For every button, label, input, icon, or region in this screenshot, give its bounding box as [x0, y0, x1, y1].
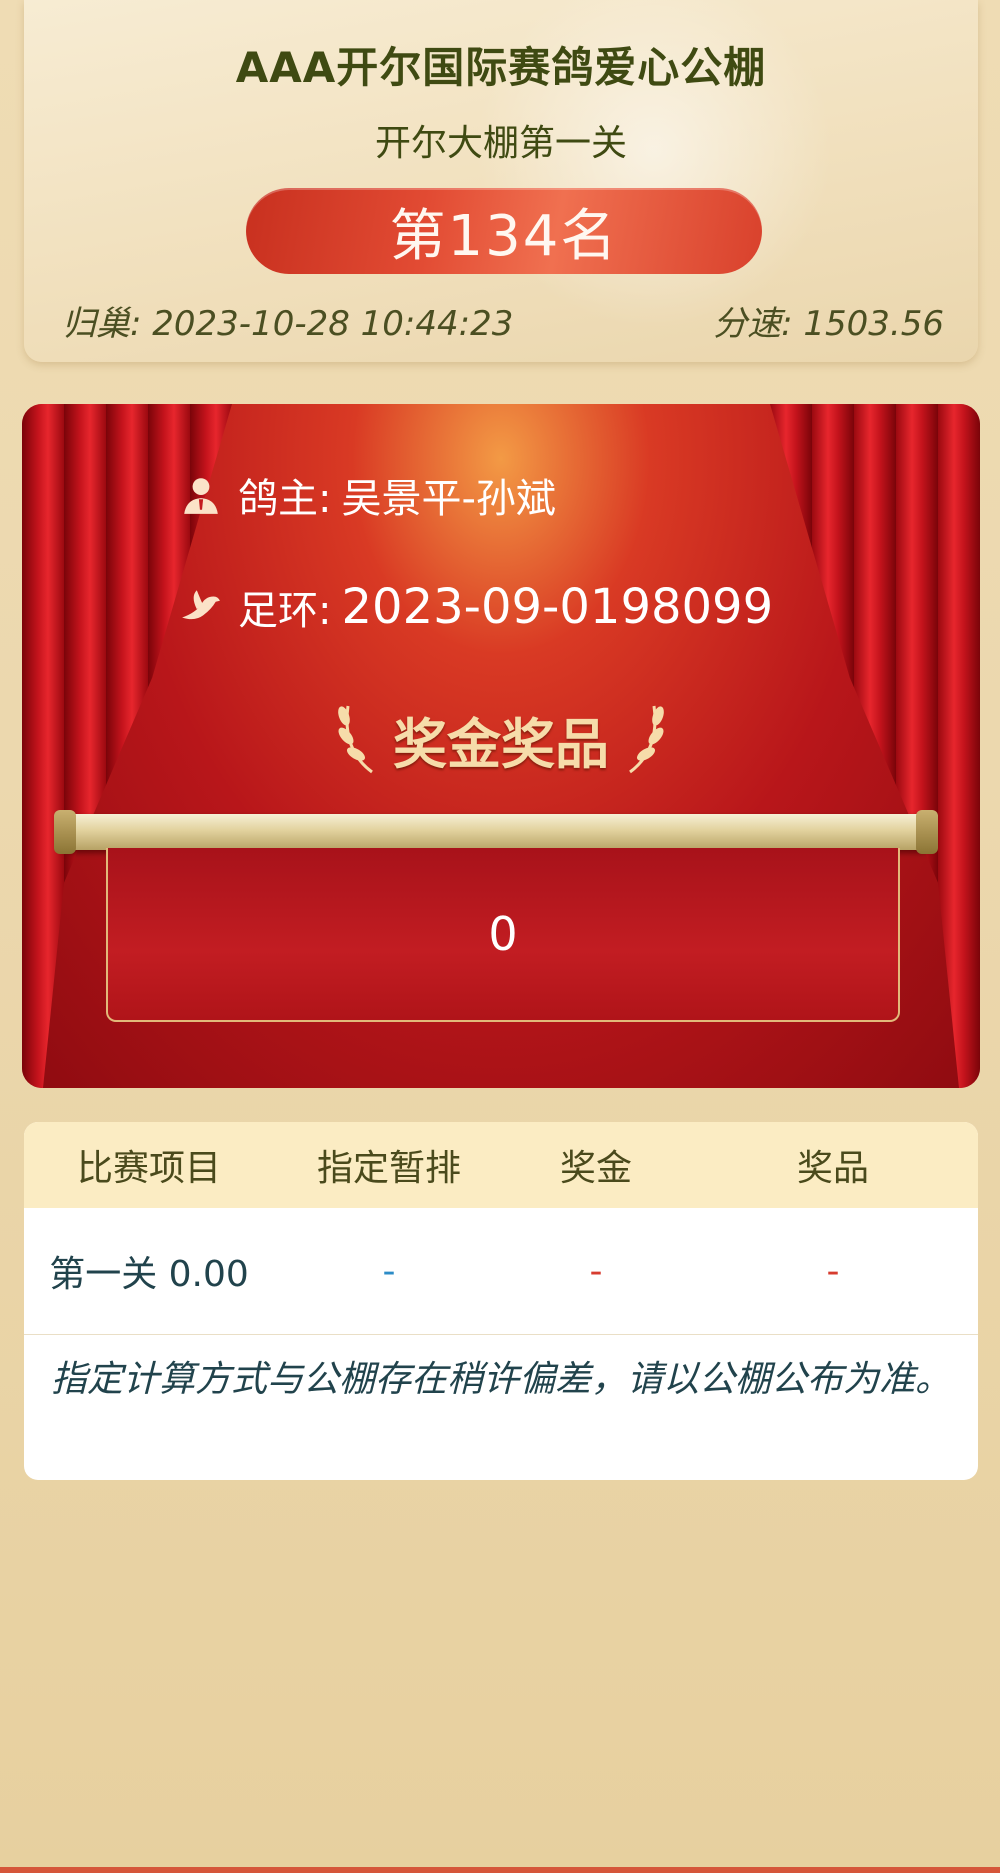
scroll-rod — [54, 810, 938, 854]
prize-money-cell: - — [589, 1250, 603, 1292]
prize-table: 比赛项目 指定暂排 奖金 奖品 第一关 0.00 - - - 指定计算方式与公棚… — [24, 1122, 978, 1480]
award-title: 奖金奖品 — [393, 712, 609, 776]
column-header: 奖金 — [559, 1148, 632, 1189]
race-item-cell: 第一关 0.00 — [49, 1254, 249, 1295]
prize-item-cell: - — [826, 1250, 840, 1292]
column-header: 奖品 — [796, 1148, 869, 1189]
column-header: 指定暂排 — [316, 1148, 461, 1189]
ring-label: 足环: — [238, 588, 332, 634]
person-icon — [184, 478, 218, 514]
table-row: 第一关 0.00 - - - — [24, 1208, 978, 1335]
owner-name: 吴景平-孙斌 — [341, 476, 556, 522]
owner-row: 鸽主: 吴景平-孙斌 — [180, 466, 556, 524]
table-header: 比赛项目 指定暂排 奖金 奖品 — [24, 1122, 978, 1208]
rank-badge: 第134名 — [246, 188, 762, 274]
laurel-icon — [629, 705, 664, 774]
column-header: 比赛项目 — [76, 1148, 221, 1189]
result-card: AAA开尔国际赛鸽爱心公棚 开尔大棚第一关 第134名 归巢: 2023-10-… — [24, 0, 978, 362]
pigeon-icon — [182, 590, 220, 620]
ring-number: 2023-09-0198099 — [341, 579, 774, 635]
prize-stage: 鸽主: 吴景平-孙斌 足环: 2023-09-0198099 奖金奖品 0 — [22, 404, 980, 1088]
ranking-cell: - — [382, 1250, 396, 1292]
speed-value: 分速: 1503.56 — [713, 304, 944, 344]
disclaimer-note: 指定计算方式与公棚存在稍许偏差，请以公棚公布为准。 — [50, 1359, 951, 1400]
race-subtitle: 开尔大棚第一关 — [374, 123, 627, 164]
loft-title: AAA开尔国际赛鸽爱心公棚 — [235, 43, 767, 92]
award-amount: 0 — [106, 848, 900, 1022]
bottom-divider — [0, 1867, 1000, 1873]
return-time: 归巢: 2023-10-28 10:44:23 — [62, 304, 514, 344]
owner-label: 鸽主: — [238, 476, 332, 522]
ring-row: 足环: 2023-09-0198099 — [180, 578, 773, 636]
